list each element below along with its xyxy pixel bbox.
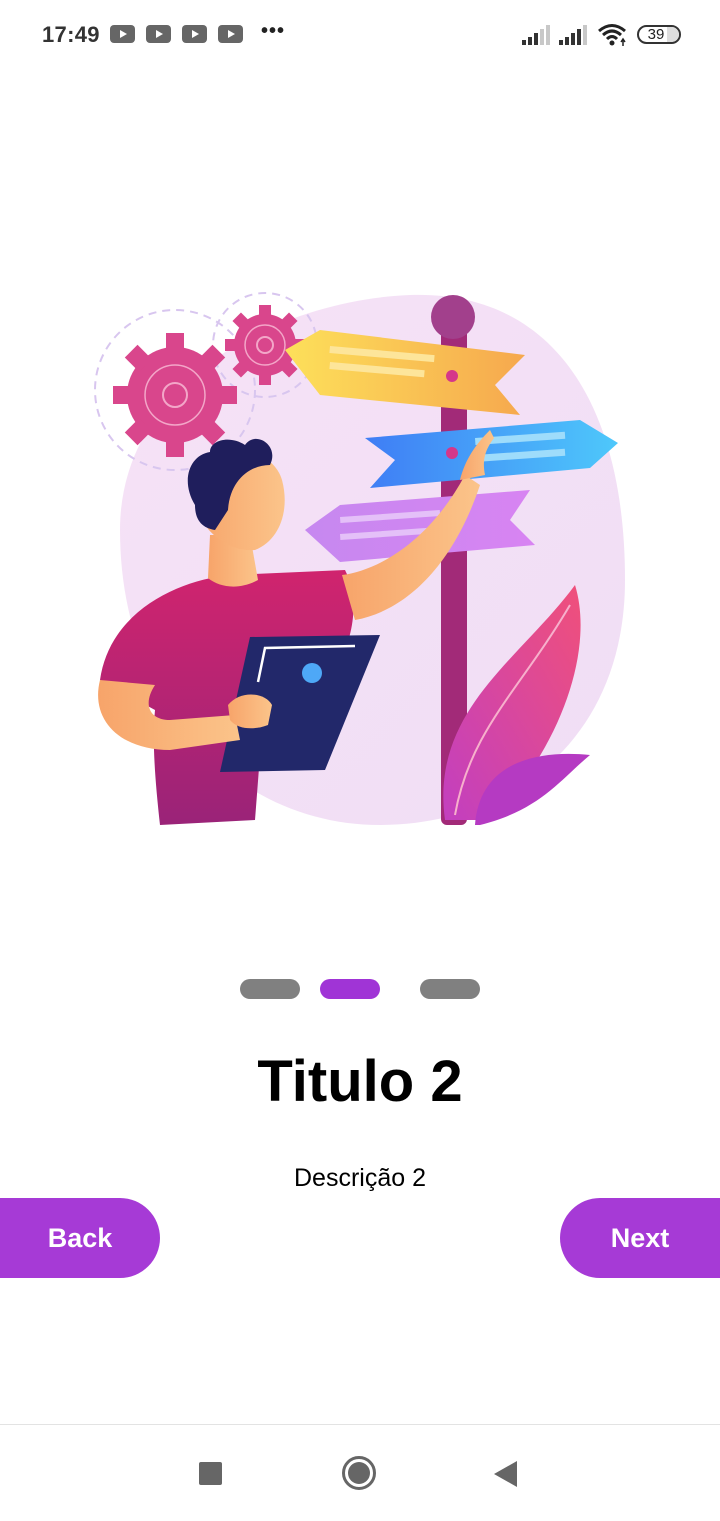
onboarding-description: Descrição 2: [294, 1164, 426, 1192]
back-nav-icon[interactable]: [494, 1461, 517, 1487]
youtube-notification-icon: [146, 25, 171, 43]
recents-icon[interactable]: [199, 1462, 222, 1485]
system-nav-bar: [0, 1424, 720, 1521]
signal-icon: [522, 25, 550, 45]
onboarding-illustration: [94, 292, 625, 825]
more-notifications-icon: •••: [261, 20, 286, 42]
page-dot-3[interactable]: [420, 979, 480, 999]
wifi-icon: [598, 24, 626, 46]
status-bar: 17:49 ••• 39: [0, 0, 720, 70]
page-dot-1[interactable]: [240, 979, 300, 999]
battery-icon: 39: [637, 25, 681, 44]
youtube-notification-icon: [110, 25, 135, 43]
home-icon[interactable]: [342, 1456, 376, 1490]
onboarding-title: Titulo 2: [257, 1049, 463, 1114]
page-indicator: [0, 979, 720, 999]
signal-icon: [559, 25, 587, 45]
next-button[interactable]: Next: [560, 1198, 720, 1278]
status-time: 17:49: [42, 22, 100, 47]
back-button[interactable]: Back: [0, 1198, 160, 1278]
youtube-notification-icon: [182, 25, 207, 43]
youtube-notification-icon: [218, 25, 243, 43]
page-dot-2-active[interactable]: [320, 979, 380, 999]
battery-level: 39: [647, 26, 665, 43]
